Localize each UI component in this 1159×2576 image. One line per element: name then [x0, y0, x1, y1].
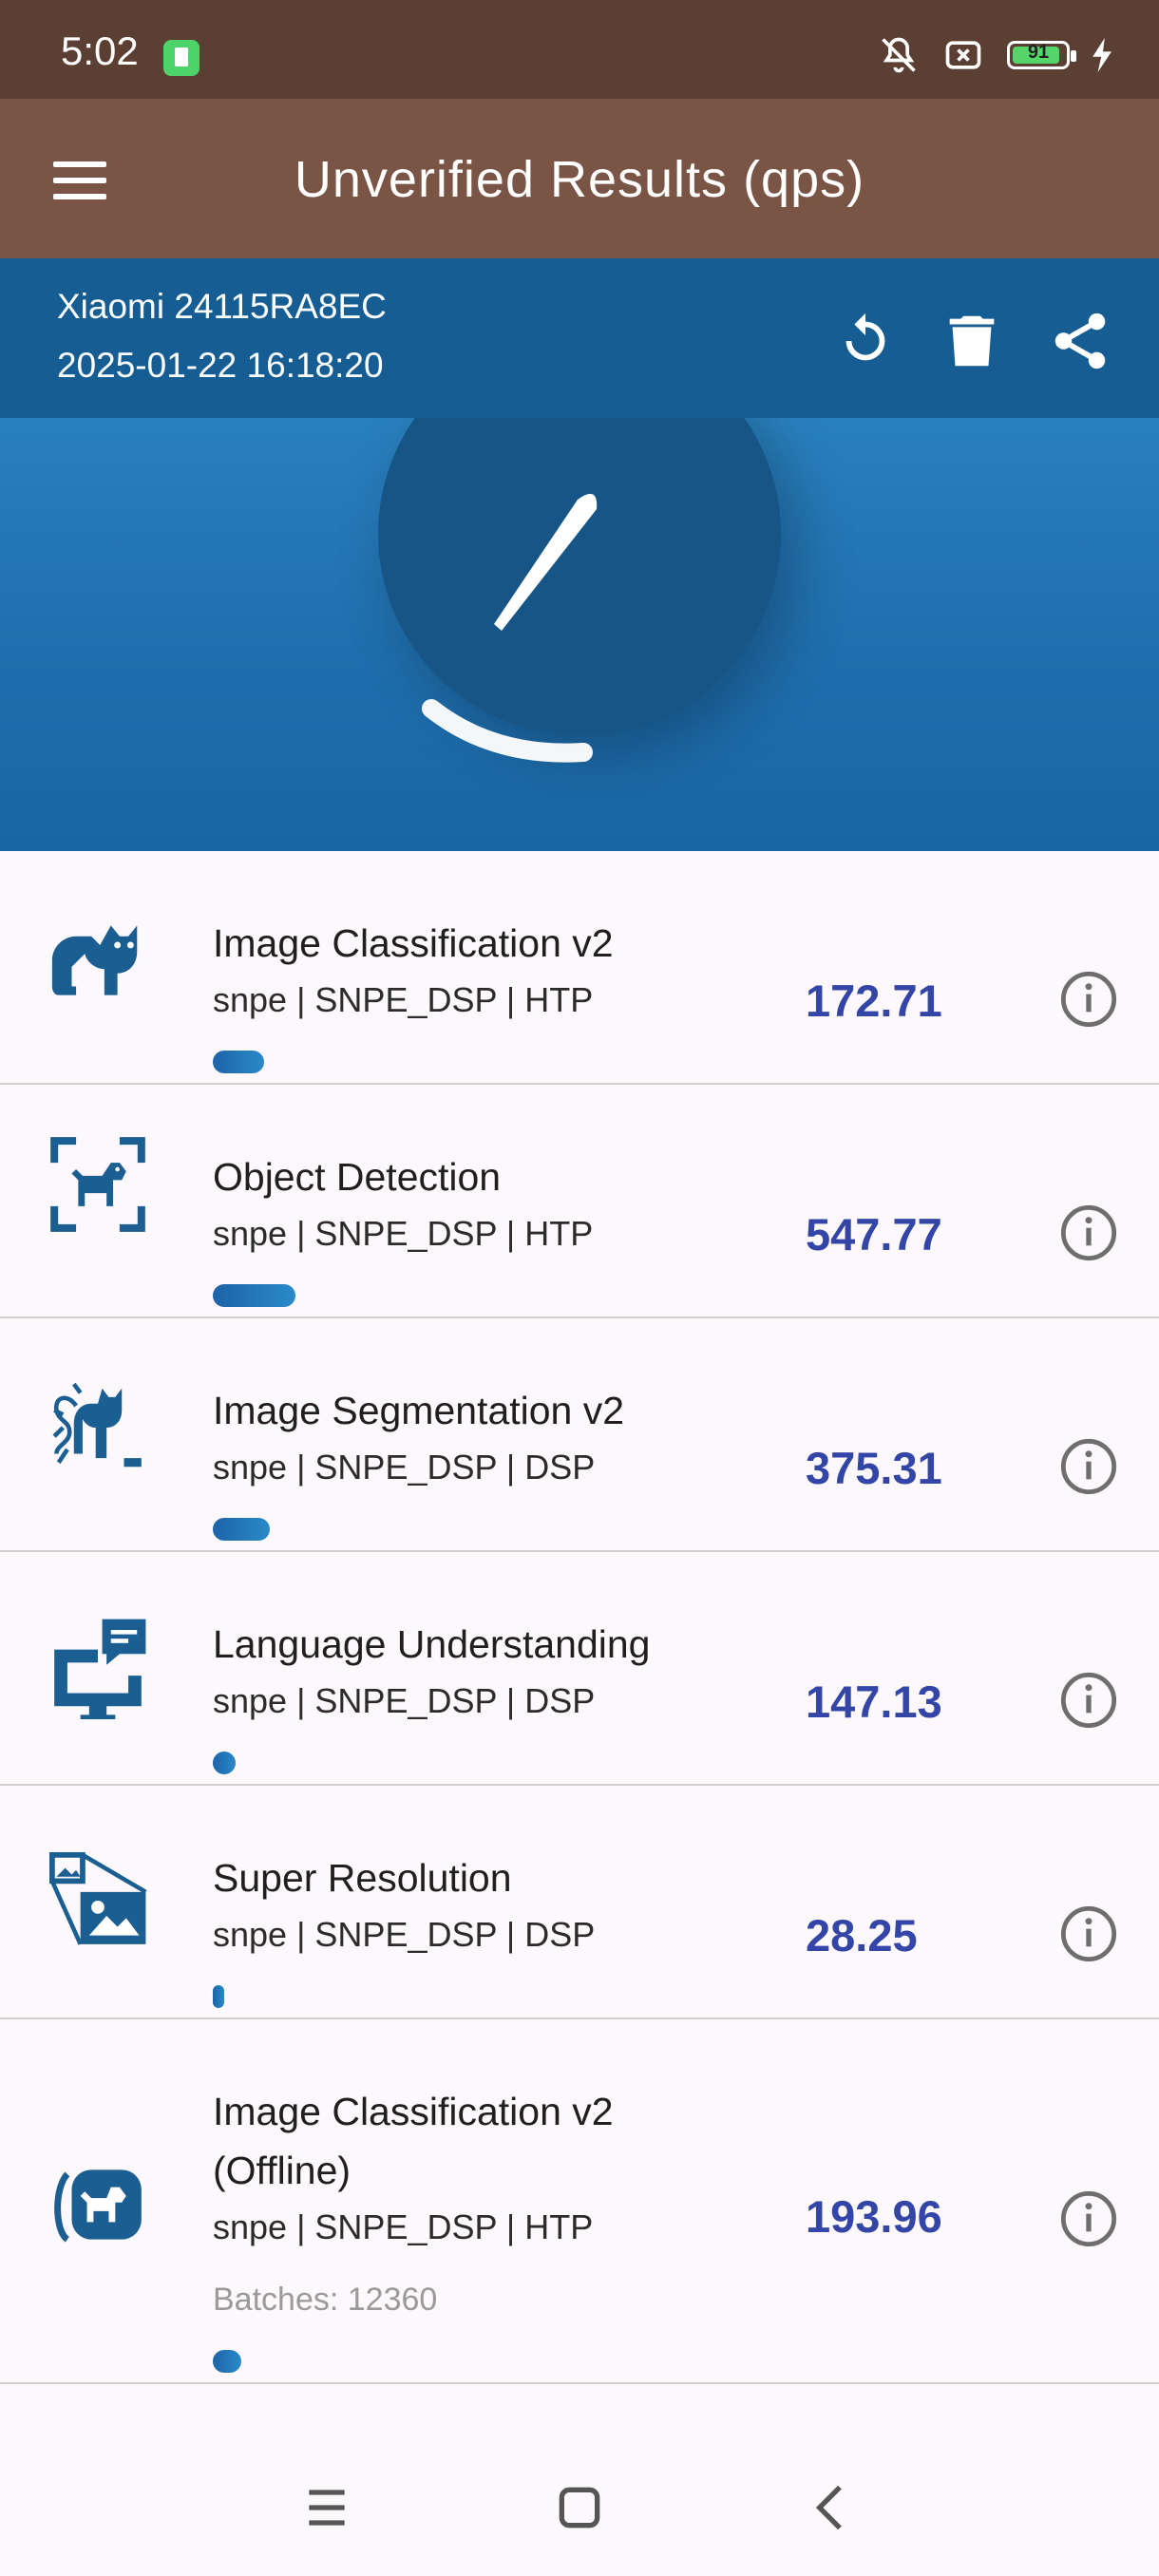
status-icons: 91 — [878, 34, 1113, 76]
backend-label: snpe | SNPE_DSP | HTP — [213, 2207, 594, 2246]
score-value: 193.96 — [806, 2191, 942, 2242]
result-datetime: 2025-01-22 16:18:20 — [57, 346, 384, 385]
image-upscale-icon — [49, 1852, 147, 1945]
list-item[interactable]: Image Segmentation v2 snpe | SNPE_DSP | … — [0, 1318, 1159, 1552]
monitor-chat-icon — [54, 1619, 146, 1719]
results-list: Image Classification v2 snpe | SNPE_DSP … — [0, 851, 1159, 2384]
backend-label: snpe | SNPE_DSP | DSP — [213, 1915, 596, 1954]
speedometer-needle — [422, 493, 598, 763]
list-item[interactable]: Image Classification v2 snpe | SNPE_DSP … — [0, 851, 1159, 1085]
status-time: 5:02 — [61, 28, 139, 73]
rerun-icon[interactable] — [832, 308, 899, 374]
batches-label: Batches: 12360 — [213, 2282, 438, 2318]
recents-icon[interactable] — [296, 2477, 357, 2538]
info-icon[interactable] — [1058, 969, 1119, 1030]
no-sim-icon — [945, 41, 981, 69]
score-bar — [213, 1284, 295, 1307]
charging-icon — [1092, 38, 1112, 72]
segmentation-icon — [52, 1382, 142, 1468]
battery-icon: 91 — [1007, 41, 1076, 69]
share-icon[interactable] — [1047, 308, 1113, 374]
list-item[interactable]: Image Classification v2 (Offline) snpe |… — [0, 2019, 1159, 2384]
list-item[interactable]: Super Resolution snpe | SNPE_DSP | DSP 2… — [0, 1786, 1159, 2019]
info-icon[interactable] — [1058, 2188, 1119, 2249]
device-info-bar: Xiaomi 24115RA8EC 2025-01-22 16:18:20 — [0, 258, 1159, 418]
mute-icon — [882, 37, 916, 73]
delete-icon[interactable] — [939, 308, 1005, 374]
list-item[interactable]: Object Detection snpe | SNPE_DSP | HTP 5… — [0, 1085, 1159, 1318]
status-bar: 5:02 91 — [0, 0, 1159, 99]
page-title: Unverified Results (qps) — [294, 151, 865, 208]
backend-label: snpe | SNPE_DSP | HTP — [213, 980, 594, 1019]
score-value: 28.25 — [806, 1910, 918, 1960]
device-name: Xiaomi 24115RA8EC — [57, 287, 387, 326]
dog-detection-icon — [50, 1137, 145, 1232]
system-nav-bar — [0, 2432, 1159, 2576]
performance-dial-banner — [0, 418, 1159, 851]
offline-dog-icon — [54, 2169, 142, 2243]
backend-label: snpe | SNPE_DSP | HTP — [213, 1214, 594, 1253]
backend-label: snpe | SNPE_DSP | DSP — [213, 1681, 596, 1720]
benchmark-name: Language Understanding — [213, 1622, 651, 1666]
benchmark-name-suffix: (Offline) — [213, 2149, 352, 2192]
info-icon[interactable] — [1058, 1203, 1119, 1263]
score-bar — [213, 1752, 236, 1774]
benchmark-name: Image Segmentation v2 — [213, 1389, 625, 1432]
benchmark-name: Object Detection — [213, 1155, 502, 1199]
info-icon[interactable] — [1058, 1670, 1119, 1731]
notification-icon — [163, 40, 200, 76]
benchmark-name: Image Classification v2 — [213, 2090, 614, 2133]
score-value: 147.13 — [806, 1676, 942, 1727]
benchmark-name: Super Resolution — [213, 1856, 512, 1900]
score-bar — [213, 2350, 241, 2373]
score-bar — [213, 1518, 270, 1541]
back-icon[interactable] — [802, 2477, 863, 2538]
score-bar — [213, 1985, 224, 2008]
info-icon[interactable] — [1058, 1904, 1119, 1964]
backend-label: snpe | SNPE_DSP | DSP — [213, 1448, 596, 1487]
list-item[interactable]: Language Understanding snpe | SNPE_DSP |… — [0, 1552, 1159, 1786]
score-value: 547.77 — [806, 1209, 942, 1260]
info-icon[interactable] — [1058, 1436, 1119, 1497]
cat-icon — [51, 925, 138, 995]
score-bar — [213, 1051, 264, 1073]
benchmark-name: Image Classification v2 — [213, 921, 614, 965]
score-value: 172.71 — [806, 975, 942, 1026]
home-icon[interactable] — [549, 2477, 610, 2538]
score-value: 375.31 — [806, 1443, 942, 1493]
battery-level: 91 — [1027, 42, 1050, 63]
app-bar: Unverified Results (qps) — [0, 99, 1159, 258]
